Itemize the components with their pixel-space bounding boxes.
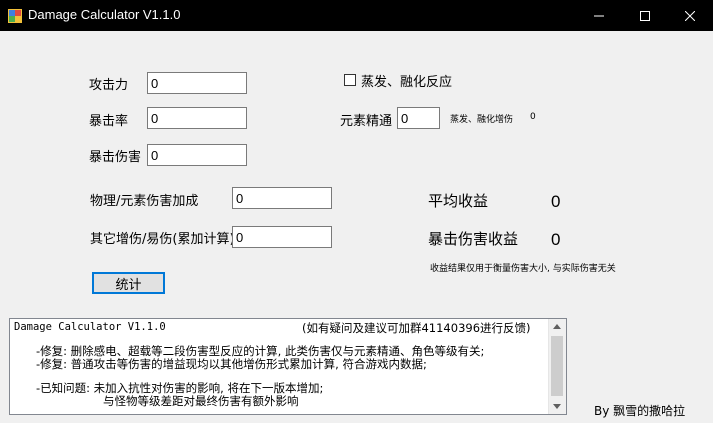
app-window: Damage Calculator V1.1.0 攻击力 暴击率 暴击伤害 物理… (0, 0, 713, 423)
scroll-up-icon[interactable] (553, 324, 561, 329)
damage-bonus-input[interactable] (232, 187, 332, 209)
crit-gain-label: 暴击伤害收益 (428, 230, 519, 248)
reaction-checkbox-label: 蒸发、融化反应 (361, 74, 453, 90)
maximize-icon (640, 10, 650, 21)
close-icon (685, 10, 695, 21)
checkbox-box[interactable] (344, 74, 356, 86)
changelog-textbox[interactable]: Damage Calculator V1.1.0 (如有疑问及建议可加群4114… (9, 318, 567, 415)
results-note: 收益结果仅用于衡量伤害大小, 与实际伤害无关 (430, 264, 616, 274)
elemental-mastery-label: 元素精通 (340, 114, 393, 129)
author-byline: By 飘雪的撒哈拉 (594, 404, 686, 418)
changelog-fix-2: -修复: 普通攻击等伤害的增益现均以其他增伤形式累加计算, 符合游戏内数据; (36, 357, 427, 371)
elemental-mastery-input[interactable] (397, 107, 440, 129)
changelog-header-title: Damage Calculator V1.1.0 (14, 321, 166, 333)
crit-rate-input[interactable] (147, 107, 247, 129)
average-gain-label: 平均收益 (428, 192, 489, 210)
changelog-header-contact: (如有疑问及建议可加群41140396进行反馈) (302, 321, 531, 335)
maximize-button[interactable] (622, 0, 668, 31)
reaction-checkbox[interactable]: 蒸发、融化反应 (344, 72, 453, 90)
attack-label: 攻击力 (89, 78, 129, 93)
title-bar[interactable]: Damage Calculator V1.1.0 (0, 0, 713, 31)
reaction-bonus-label: 蒸发、融化增伤 (450, 115, 514, 125)
crit-rate-label: 暴击率 (89, 114, 129, 129)
vertical-scrollbar[interactable] (548, 319, 566, 414)
crit-damage-input[interactable] (147, 144, 247, 166)
damage-bonus-label: 物理/元素伤害加成 (90, 194, 199, 209)
crit-damage-label: 暴击伤害 (89, 150, 142, 165)
minimize-icon (594, 15, 604, 16)
scroll-thumb[interactable] (551, 336, 563, 396)
other-bonus-label: 其它增伤/易伤(累加计算) (90, 232, 235, 247)
close-button[interactable] (667, 0, 713, 31)
average-gain-value: 0 (551, 192, 561, 211)
app-icon (8, 8, 22, 23)
other-bonus-input[interactable] (232, 226, 332, 248)
calculate-button[interactable]: 统计 (92, 272, 165, 294)
window-title: Damage Calculator V1.1.0 (28, 7, 181, 22)
scroll-down-icon[interactable] (553, 404, 561, 409)
crit-gain-value: 0 (551, 230, 561, 249)
changelog-known-2: 与怪物等级差距对最终伤害有额外影响 (103, 394, 299, 408)
minimize-button[interactable] (576, 0, 622, 31)
reaction-bonus-value: 0 (530, 112, 536, 122)
attack-input[interactable] (147, 72, 247, 94)
